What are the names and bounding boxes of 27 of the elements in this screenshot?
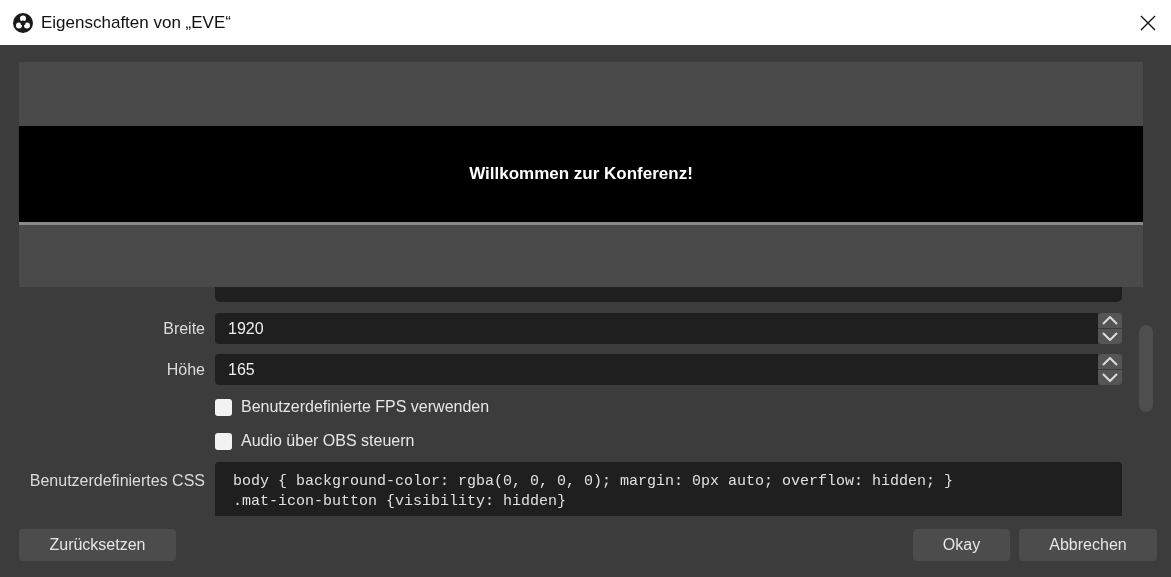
chevron-up-icon: [1102, 316, 1118, 325]
checkbox-option[interactable]: Benutzerdefinierte FPS verwenden: [215, 398, 490, 416]
code-editor[interactable]: body { background-color: rgba(0, 0, 0, 0); margin: 0px auto; overflow: hidden; } .mat-icon-button {visibility: hidden}: [215, 462, 1122, 516]
code-line: .mat-icon-button {visibility: hidden}: [233, 492, 568, 512]
cancel-button[interactable]: Abbrechen: [1019, 529, 1157, 561]
code-line: body { background-color: rgba(0, 0, 0, 0); margin: 0px auto; overflow: hidden; }: [233, 472, 955, 492]
chevron-up-icon: [1102, 357, 1118, 366]
chevron-down-icon: [1102, 373, 1118, 382]
checkbox-option[interactable]: Audio über OBS steuern: [215, 432, 415, 450]
window-title: Eigenschaften von „EVE“: [41, 12, 232, 33]
chevron-down-icon: [1102, 332, 1118, 341]
field-label: Benutzerdefiniertes CSS: [28, 471, 205, 490]
checkbox[interactable]: [215, 398, 232, 416]
field-label: Breite: [162, 319, 205, 338]
number-field[interactable]: 1920: [215, 313, 1098, 344]
decrement-button[interactable]: [1098, 329, 1122, 344]
reset-button[interactable]: Zurücksetzen: [19, 529, 176, 561]
app-logo-icon: [13, 12, 33, 33]
decrement-button[interactable]: [1098, 370, 1122, 385]
checkbox[interactable]: [215, 432, 232, 450]
field-label: Höhe: [165, 360, 205, 379]
ok-button[interactable]: Okay: [913, 529, 1010, 561]
number-field[interactable]: 165: [215, 354, 1098, 385]
increment-button[interactable]: [1098, 313, 1122, 328]
banner-text: Willkommen zur Konferenz!: [469, 164, 693, 184]
increment-button[interactable]: [1098, 354, 1122, 369]
close-icon: [1140, 14, 1156, 31]
